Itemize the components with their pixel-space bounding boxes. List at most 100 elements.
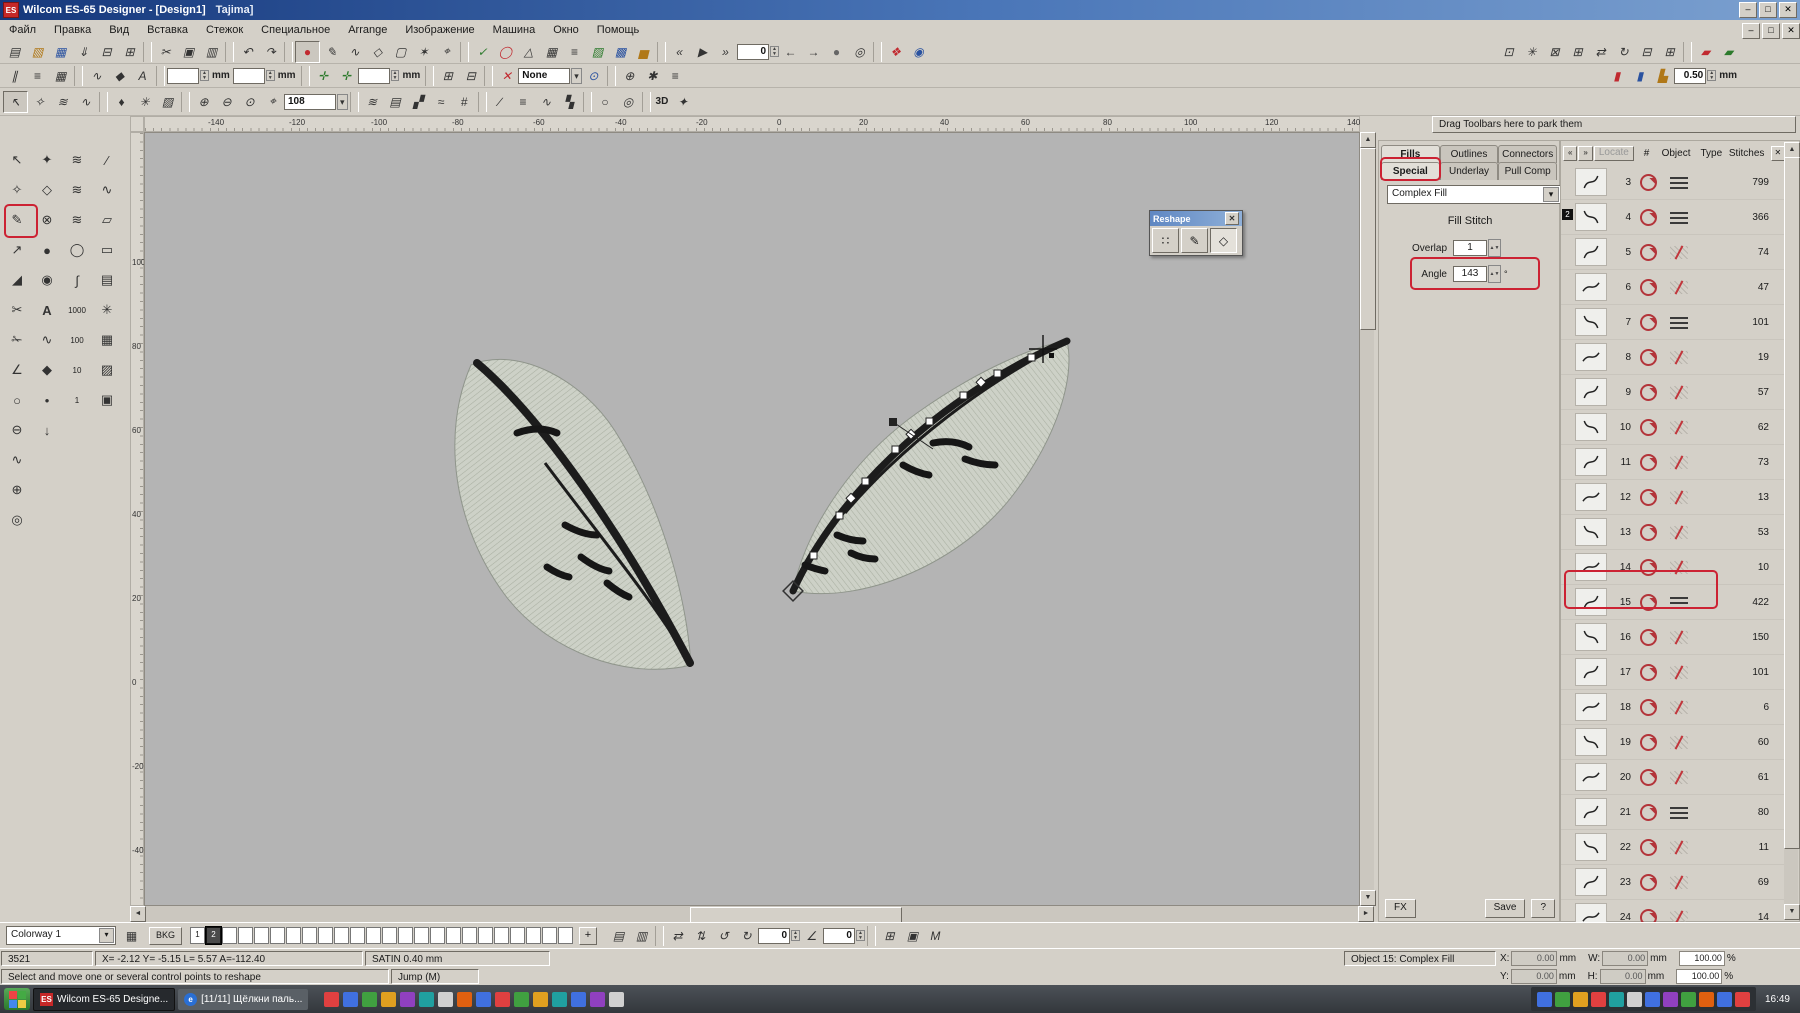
column-header-type[interactable]: Type [1697,148,1726,159]
color-chip[interactable] [270,927,285,944]
step-forward-icon[interactable]: » [714,42,737,62]
taskbar-item-browser[interactable]: e [11/11] Щёлкни паль... [178,989,308,1010]
scroll-down-icon[interactable]: ▼ [1360,890,1376,906]
thread-blue-icon[interactable]: ▮ [1628,66,1651,86]
shape-icon[interactable]: ◇ [366,42,389,62]
object-row[interactable]: 7 101 [1561,305,1787,340]
mirror-icon[interactable]: ⇄ [1589,42,1612,62]
quick-app-3[interactable] [362,992,377,1007]
tray-icon-3[interactable] [1573,992,1588,1007]
down-tool[interactable]: ↓ [33,416,61,444]
color-chip[interactable] [286,927,301,944]
locate-button[interactable]: Locate [1594,146,1634,161]
tray-icon-9[interactable] [1681,992,1696,1007]
arrow-tool[interactable]: ↗ [3,236,31,264]
quick-app-15[interactable] [590,992,605,1007]
wave-tool[interactable]: ∿ [33,326,61,354]
zoom-out-icon[interactable]: ⊖ [215,92,238,112]
dot-tool[interactable]: • [33,386,61,414]
overlap-field[interactable]: 1 [1453,240,1487,256]
tab-special[interactable]: Special [1381,162,1440,180]
print-icon[interactable]: ⊟ [95,42,118,62]
star-tool[interactable]: ✳ [93,296,121,324]
corner-block-icon[interactable]: ▙ [1651,66,1674,86]
wheel-tool[interactable]: ◉ [33,266,61,294]
empty-cell[interactable] [63,506,91,534]
copy-icon[interactable]: ▣ [177,42,200,62]
tray-icon-2[interactable] [1555,992,1570,1007]
canvas-horizontal-scrollbar[interactable]: ◄ ► [130,906,1374,922]
empty-cell[interactable] [33,446,61,474]
import-icon[interactable]: ⇓ [72,42,95,62]
print-preview-icon[interactable]: ⊞ [118,42,141,62]
tray-icon-4[interactable] [1591,992,1606,1007]
thread-chart-icon[interactable]: ▦ [120,926,143,946]
preset-1000[interactable]: 1000 [63,296,91,324]
add-grid-icon[interactable]: ⊞ [436,66,459,86]
green-swatch-icon[interactable]: ▰ [1717,42,1740,62]
wave-icon[interactable]: ∿ [74,92,97,112]
asterisk-icon[interactable]: ✱ [641,66,664,86]
tab-connectors[interactable]: Connectors [1498,145,1557,163]
lettering-tool[interactable]: A [33,296,61,324]
star-icon[interactable]: ✶ [412,42,435,62]
zoom-level-select[interactable]: 108 [284,92,348,112]
taskbar-item-wilcom[interactable]: ES Wilcom ES-65 Designe... [33,988,175,1011]
slash-tool[interactable]: ∕ [93,146,121,174]
ellipse-tool-icon[interactable]: ◯ [494,42,517,62]
color-chip[interactable]: 2 [206,927,221,944]
polygon-tool[interactable]: ◇ [33,176,61,204]
object-row[interactable]: 2 4 366 [1561,200,1787,235]
reshape-tool[interactable]: ✎ [3,206,31,234]
object-row[interactable]: 16 150 [1561,620,1787,655]
color-chip[interactable] [398,927,413,944]
empty-cell[interactable] [93,506,121,534]
sculpt-run-icon[interactable]: ∿ [535,92,558,112]
pattern-icon[interactable]: ▨ [156,92,179,112]
object-row[interactable]: 23 69 [1561,865,1787,900]
quick-app-11[interactable] [514,992,529,1007]
color-chip[interactable] [334,927,349,944]
empty-cell[interactable] [63,416,91,444]
tab-underlay[interactable]: Underlay [1440,162,1499,180]
outline-tool-icon[interactable]: ⊠ [1543,42,1566,62]
object-row[interactable]: 14 10 [1561,550,1787,585]
new-icon[interactable]: ▤ [3,42,26,62]
tab-pullcomp[interactable]: Pull Comp [1498,162,1557,180]
quick-app-9[interactable] [476,992,491,1007]
marquee-icon[interactable]: ▢ [389,42,412,62]
move-h-icon[interactable]: ✛ [312,66,335,86]
object-row[interactable]: 6 47 [1561,270,1787,305]
none-x-icon[interactable]: ✕ [495,66,518,86]
y-field[interactable]: 0.00 [1511,969,1557,984]
color-chip[interactable] [366,927,381,944]
maximize-button[interactable]: □ [1759,2,1777,18]
angle-spinner[interactable]: ▲▼ [1488,265,1501,283]
tray-icon-1[interactable] [1537,992,1552,1007]
group-icon[interactable]: ⊟ [1635,42,1658,62]
grid-h-icon[interactable]: ≡ [26,66,49,86]
node-icon[interactable]: ◆ [108,66,131,86]
tab-fills[interactable]: Fills [1381,145,1440,163]
panel-close-icon[interactable]: ✕ [1771,146,1785,161]
scroll-down-icon[interactable]: ▼ [1784,904,1800,920]
thread-red-icon[interactable]: ▮ [1605,66,1628,86]
quick-app-2[interactable] [343,992,358,1007]
image-icon[interactable]: ▨ [586,42,609,62]
object-row[interactable]: 15 422 [1561,585,1787,620]
freehand-select-tool[interactable]: ✧ [3,176,31,204]
rotate-field[interactable]: 0 [758,926,800,946]
monogram-icon[interactable]: M [924,926,947,946]
canvas-vertical-scrollbar[interactable]: ▲ ▼ [1360,132,1374,906]
collapse-icon[interactable]: « [1563,146,1577,161]
preset-100[interactable]: 100 [63,326,91,354]
menu-item[interactable]: Правка [45,22,100,38]
quick-app-10[interactable] [495,992,510,1007]
empty-cell[interactable] [33,506,61,534]
quick-app-14[interactable] [571,992,586,1007]
object-row[interactable]: 10 62 [1561,410,1787,445]
menu-item[interactable]: Специальное [252,22,339,38]
object-properties-icon[interactable]: ⊡ [1497,42,1520,62]
doc-tool[interactable]: ▤ [93,266,121,294]
reshape-node-button[interactable]: ✎ [1181,228,1208,253]
